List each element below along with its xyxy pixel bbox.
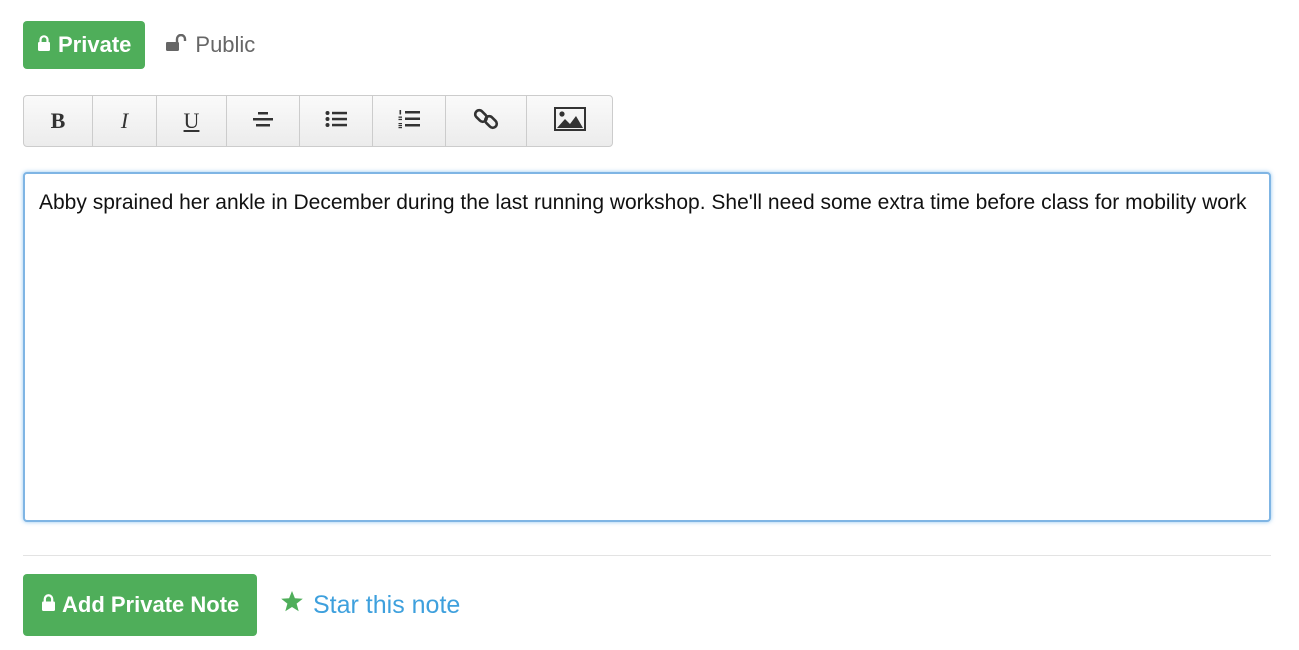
public-toggle-button[interactable]: Public [165, 21, 255, 69]
private-toggle-label: Private [58, 32, 132, 57]
lock-icon [37, 32, 51, 58]
image-icon [553, 106, 586, 136]
bullet-list-button[interactable] [300, 96, 373, 146]
underline-icon: U [183, 108, 200, 133]
link-icon [473, 106, 499, 137]
unlock-icon [165, 32, 187, 58]
star-icon [280, 590, 304, 620]
note-content: Abby sprained her ankle in December duri… [39, 191, 1247, 214]
public-toggle-label: Public [195, 32, 256, 57]
add-private-note-button[interactable]: Add Private Note [23, 574, 258, 636]
star-note-link[interactable]: Star this note [280, 587, 460, 623]
formatting-toolbar: B I U [23, 95, 613, 147]
numbered-list-button[interactable] [373, 96, 446, 146]
numbered-list-icon [398, 109, 420, 134]
lock-icon [41, 592, 56, 618]
strikethrough-icon [252, 109, 274, 134]
italic-icon: I [120, 108, 129, 133]
link-button[interactable] [446, 96, 527, 146]
private-toggle-button[interactable]: Private [23, 21, 146, 69]
note-editor[interactable]: Abby sprained her ankle in December duri… [23, 172, 1271, 522]
add-note-label: Add Private Note [62, 592, 240, 617]
divider [23, 555, 1271, 556]
visibility-toggle-group: Private Public [23, 21, 255, 69]
italic-button[interactable]: I [93, 96, 157, 146]
strikethrough-button[interactable] [227, 96, 300, 146]
star-link-label: Star this note [313, 590, 461, 619]
bold-button[interactable]: B [24, 96, 93, 146]
note-composer: Private Public B I U Abby sprained her a… [0, 0, 1299, 650]
bold-icon: B [50, 108, 66, 133]
image-button[interactable] [527, 96, 612, 146]
bullet-list-icon [325, 110, 347, 133]
underline-button[interactable]: U [157, 96, 227, 146]
